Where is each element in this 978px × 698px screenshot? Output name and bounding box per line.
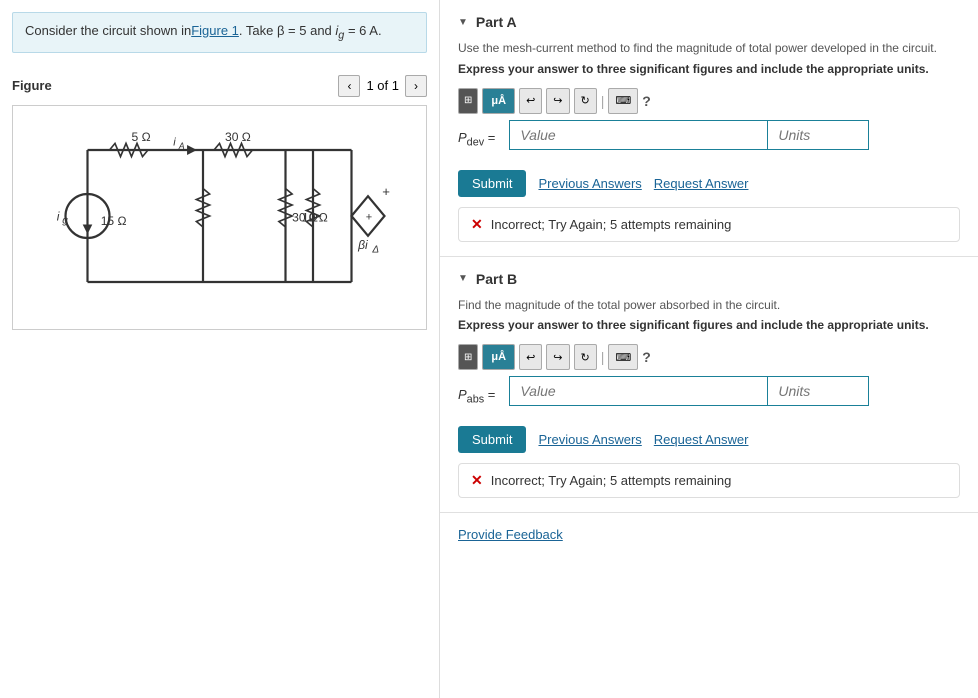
svg-text:βi: βi	[357, 238, 368, 252]
problem-statement: Consider the circuit shown inFigure 1. T…	[12, 12, 427, 53]
part-b-value-input[interactable]	[510, 377, 768, 405]
svg-text:A: A	[178, 140, 185, 150]
part-b-collapse-icon: ▼	[458, 273, 468, 284]
part-b-title: Part B	[476, 271, 517, 287]
problem-text2: . Take β = 5 and	[239, 23, 336, 38]
part-a-header[interactable]: ▼ Part A	[458, 14, 960, 30]
part-b-x-icon: ✕	[471, 472, 483, 489]
undo-button-b[interactable]: ↩	[519, 344, 542, 370]
part-a-value-input[interactable]	[510, 121, 768, 149]
part-a-label: Pdev =	[458, 130, 495, 149]
svg-text:15 Ω: 15 Ω	[101, 213, 127, 227]
ig-subscript: ig	[335, 23, 344, 38]
part-a-section: ▼ Part A Use the mesh-current method to …	[440, 0, 978, 257]
part-a-instruction2: Express your answer to three significant…	[458, 61, 960, 78]
part-a-submit-row: Submit Previous Answers Request Answer	[458, 170, 960, 197]
svg-text:i: i	[57, 209, 60, 223]
toolbar-sep-a: |	[601, 93, 605, 109]
redo-button-b[interactable]: ↪	[546, 344, 569, 370]
part-b-units-input[interactable]	[768, 377, 868, 405]
part-b-previous-answers-button[interactable]: Previous Answers	[538, 432, 641, 447]
part-b-section: ▼ Part B Find the magnitude of the total…	[440, 257, 978, 514]
svg-text:30 Ω: 30 Ω	[225, 130, 251, 144]
grid-button-b[interactable]: ⊞	[458, 344, 478, 370]
part-a-submit-button[interactable]: Submit	[458, 170, 526, 197]
part-a-title: Part A	[476, 14, 517, 30]
refresh-button-a[interactable]: ↻	[574, 88, 597, 114]
problem-text: Consider the circuit shown in	[25, 23, 191, 38]
refresh-button-b[interactable]: ↻	[574, 344, 597, 370]
svg-text:+: +	[382, 184, 390, 199]
part-b-submit-row: Submit Previous Answers Request Answer	[458, 426, 960, 453]
part-b-request-answer-button[interactable]: Request Answer	[654, 432, 749, 447]
undo-button-a[interactable]: ↩	[519, 88, 542, 114]
help-button-b[interactable]: ?	[642, 349, 651, 365]
part-b-header[interactable]: ▼ Part B	[458, 271, 960, 287]
next-figure-button[interactable]: ›	[405, 75, 427, 97]
figure-header: Figure ‹ 1 of 1 ›	[12, 75, 427, 97]
redo-button-a[interactable]: ↪	[546, 88, 569, 114]
part-a-x-icon: ✕	[471, 216, 483, 233]
provide-feedback-link[interactable]: Provide Feedback	[440, 513, 978, 556]
figure-nav-text: 1 of 1	[366, 78, 399, 93]
figure-title: Figure	[12, 78, 52, 93]
part-a-incorrect-text: Incorrect; Try Again; 5 attempts remaini…	[491, 217, 732, 232]
right-panel: ▼ Part A Use the mesh-current method to …	[440, 0, 978, 698]
svg-text:5 Ω: 5 Ω	[132, 130, 151, 144]
figure-link[interactable]: Figure 1	[191, 23, 239, 38]
grid-button-a[interactable]: ⊞	[458, 88, 478, 114]
part-b-instruction2: Express your answer to three significant…	[458, 317, 960, 334]
part-a-answer-wrapper: Pdev =	[458, 120, 960, 160]
part-b-answer-row	[509, 376, 869, 406]
keyboard-button-a[interactable]: ⌨	[608, 88, 638, 114]
part-a-instruction1: Use the mesh-current method to find the …	[458, 40, 960, 57]
figure-scroll-area: Figure ‹ 1 of 1 ›	[0, 65, 439, 698]
svg-text:g: g	[62, 215, 68, 226]
svg-text:Δ: Δ	[371, 244, 379, 255]
part-a-collapse-icon: ▼	[458, 17, 468, 28]
prev-figure-button[interactable]: ‹	[338, 75, 360, 97]
help-button-a[interactable]: ?	[642, 93, 651, 109]
figure-area: Figure ‹ 1 of 1 ›	[0, 65, 439, 340]
part-a-toolbar: ⊞ μÅ ↩ ↪ ↻ | ⌨ ?	[458, 88, 960, 114]
part-a-units-input[interactable]	[768, 121, 868, 149]
svg-text:+: +	[366, 211, 372, 223]
part-b-answer-wrapper: Pabs =	[458, 376, 960, 416]
part-b-incorrect-box: ✕ Incorrect; Try Again; 5 attempts remai…	[458, 463, 960, 498]
part-a-incorrect-box: ✕ Incorrect; Try Again; 5 attempts remai…	[458, 207, 960, 242]
circuit-diagram: i g 5 Ω i A 15 Ω	[12, 105, 427, 330]
part-a-answer-row	[509, 120, 869, 150]
part-b-label: Pabs =	[458, 387, 495, 406]
svg-text:i: i	[173, 136, 176, 148]
part-a-previous-answers-button[interactable]: Previous Answers	[538, 176, 641, 191]
toolbar-sep-b: |	[601, 349, 605, 365]
keyboard-button-b[interactable]: ⌨	[608, 344, 638, 370]
figure-nav: ‹ 1 of 1 ›	[338, 75, 427, 97]
part-b-submit-button[interactable]: Submit	[458, 426, 526, 453]
part-a-request-answer-button[interactable]: Request Answer	[654, 176, 749, 191]
problem-text3: = 6 A.	[344, 23, 381, 38]
part-b-toolbar: ⊞ μÅ ↩ ↪ ↻ | ⌨ ?	[458, 344, 960, 370]
ua-button-b[interactable]: μÅ	[482, 344, 515, 370]
part-b-instruction1: Find the magnitude of the total power ab…	[458, 297, 960, 314]
part-b-incorrect-text: Incorrect; Try Again; 5 attempts remaini…	[491, 473, 732, 488]
left-panel: Consider the circuit shown inFigure 1. T…	[0, 0, 440, 698]
ua-button-a[interactable]: μÅ	[482, 88, 515, 114]
circuit-svg: i g 5 Ω i A 15 Ω	[13, 106, 426, 326]
